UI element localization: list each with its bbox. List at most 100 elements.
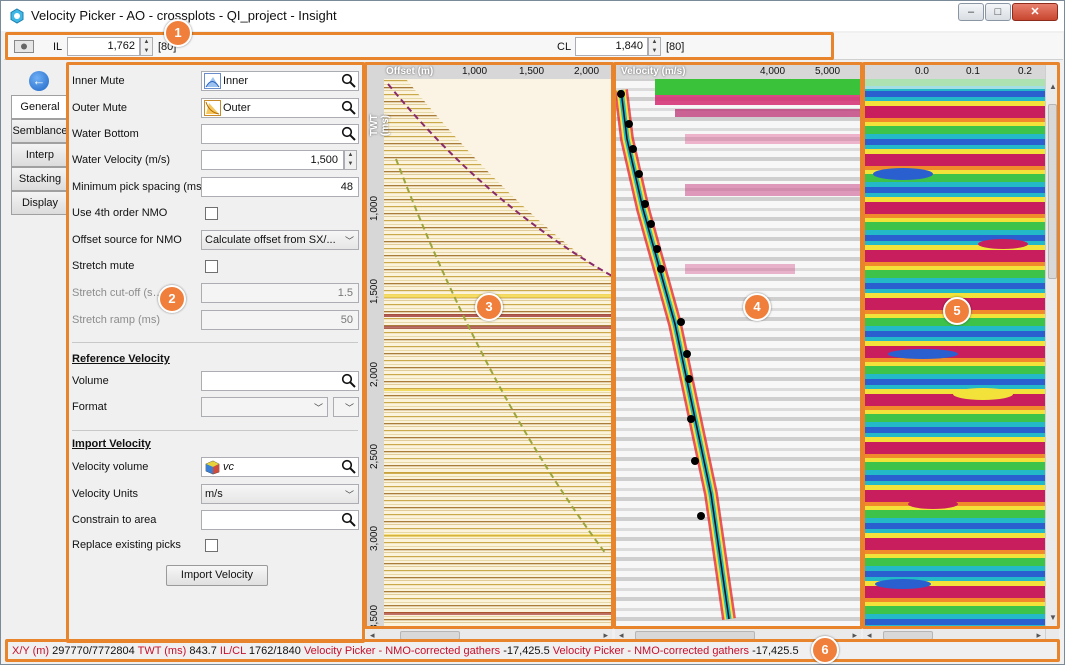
location-icon[interactable] xyxy=(14,40,34,53)
search-icon[interactable] xyxy=(341,459,356,474)
water-velocity-label: Water Velocity (m/s) xyxy=(72,154,170,166)
semblance-image[interactable] xyxy=(615,64,861,642)
ilcl-value: 1762/1840 xyxy=(248,645,301,657)
stack-vertical-scrollbar[interactable]: ▲ ▼ xyxy=(1045,64,1059,642)
velocity-picker-status-value: -17,425.5 xyxy=(503,645,550,657)
replace-picks-checkbox[interactable] xyxy=(205,539,218,552)
inner-mute-label: Inner Mute xyxy=(72,75,125,87)
water-velocity-stepper[interactable]: ▲ ▼ xyxy=(344,150,357,170)
cl-step: [80] xyxy=(666,41,685,53)
scroll-down-icon[interactable]: ▼ xyxy=(1049,613,1057,622)
nmo4-checkbox[interactable] xyxy=(205,207,218,220)
divider xyxy=(72,342,358,343)
scroll-up-icon[interactable]: ▲ xyxy=(1049,82,1057,91)
stack-image[interactable] xyxy=(863,64,1045,642)
velocity-picker-status-label: Velocity Picker - NMO-corrected gathers xyxy=(303,645,501,657)
scroll-right-icon[interactable]: ▸ xyxy=(852,629,857,642)
min-pick-spacing-label: Minimum pick spacing (ms) xyxy=(72,181,206,193)
volume-label: Volume xyxy=(72,375,109,387)
offset-source-value: Calculate offset from SX/... xyxy=(205,234,336,246)
min-pick-spacing-input[interactable]: 48 xyxy=(201,177,359,197)
tab-display[interactable]: Display xyxy=(11,191,69,215)
tab-semblance[interactable]: Semblance xyxy=(11,119,69,143)
tab-interp[interactable]: Interp xyxy=(11,143,69,167)
scroll-left-icon[interactable]: ◂ xyxy=(370,629,375,642)
back-arrow-icon[interactable]: ← xyxy=(29,71,49,91)
maximize-button[interactable]: □ xyxy=(985,3,1011,21)
offset-tick: 1,000 xyxy=(462,66,488,77)
il-input[interactable]: 1,762 xyxy=(67,37,140,56)
semblance-view[interactable]: Velocity (m/s) 4,000 5,000 ◂ ▸ xyxy=(615,64,861,642)
twt-label: TWT (ms) xyxy=(137,645,187,657)
il-label: IL xyxy=(53,41,63,53)
down-arrow-icon[interactable]: ▼ xyxy=(345,160,356,169)
reference-volume-field[interactable] xyxy=(201,371,359,391)
chevron-down-icon[interactable]: ﹀ xyxy=(345,488,354,501)
stack-tick: 0.2 xyxy=(1018,66,1032,77)
inner-mute-field[interactable]: Inner xyxy=(201,71,359,91)
search-icon[interactable] xyxy=(341,100,356,115)
down-arrow-icon[interactable]: ▼ xyxy=(141,47,152,56)
stack-view[interactable]: 0.0 0.1 0.2 ▲ ▼ ◂ ▸ xyxy=(863,64,1059,642)
constrain-area-field[interactable] xyxy=(201,510,359,530)
twt-tick: 2,000 xyxy=(369,361,380,387)
format-select[interactable]: ﹀ xyxy=(201,397,328,417)
velocity-picker-status-value: -17,425.5 xyxy=(752,645,799,657)
velocity-units-select[interactable]: m/s ﹀ xyxy=(201,484,359,504)
stretch-mute-checkbox[interactable] xyxy=(205,260,218,273)
up-arrow-icon[interactable]: ▲ xyxy=(345,151,356,160)
up-arrow-icon[interactable]: ▲ xyxy=(649,38,660,47)
import-velocity-button[interactable]: Import Velocity xyxy=(166,565,268,586)
search-icon[interactable] xyxy=(341,126,356,141)
down-arrow-icon[interactable]: ▼ xyxy=(649,47,660,56)
inner-mute-icon xyxy=(204,73,221,89)
offset-tick: 1,500 xyxy=(519,66,545,77)
water-velocity-input[interactable]: 1,500 xyxy=(201,150,344,170)
stretch-cutoff-input[interactable]: 1.5 xyxy=(201,283,359,303)
tab-stacking[interactable]: Stacking xyxy=(11,167,69,191)
scroll-thumb[interactable] xyxy=(883,631,933,640)
callout-badge-2: 2 xyxy=(158,285,186,313)
scroll-left-icon[interactable]: ◂ xyxy=(867,629,872,642)
velocity-axis-title: Velocity (m/s) xyxy=(621,66,686,77)
stack-tick: 0.1 xyxy=(966,66,980,77)
offset-source-select[interactable]: Calculate offset from SX/... ﹀ xyxy=(201,230,359,250)
offset-axis: Offset (m) 1,000 1,500 2,000 xyxy=(366,64,612,79)
scroll-right-icon[interactable]: ▸ xyxy=(1036,629,1041,642)
min-pick-spacing-value: 48 xyxy=(340,181,353,193)
format-option-select[interactable]: ﹀ xyxy=(333,397,359,417)
gather-horizontal-scrollbar[interactable]: ◂ ▸ xyxy=(366,628,612,642)
chevron-down-icon[interactable]: ﹀ xyxy=(345,401,354,414)
velocity-volume-field[interactable]: vc xyxy=(201,457,359,477)
scroll-thumb[interactable] xyxy=(635,631,755,640)
gather-view[interactable]: Offset (m) 1,000 1,500 2,000 TWT (ms) 1,… xyxy=(366,64,612,642)
close-button[interactable]: ✕ xyxy=(1012,3,1058,21)
tab-general[interactable]: General xyxy=(11,95,69,119)
cl-stepper[interactable]: ▲ ▼ xyxy=(648,37,661,56)
settings-tabs: General Semblance Interp Stacking Displa… xyxy=(11,95,69,215)
stretch-cutoff-value: 1.5 xyxy=(337,287,353,299)
scroll-thumb[interactable] xyxy=(1048,104,1057,279)
up-arrow-icon[interactable]: ▲ xyxy=(141,38,152,47)
scroll-left-icon[interactable]: ◂ xyxy=(619,629,624,642)
cl-input[interactable]: 1,840 xyxy=(575,37,648,56)
chevron-down-icon[interactable]: ﹀ xyxy=(345,234,354,247)
stack-horizontal-scrollbar[interactable]: ◂ ▸ xyxy=(863,628,1045,642)
scroll-right-icon[interactable]: ▸ xyxy=(603,629,608,642)
il-stepper[interactable]: ▲ ▼ xyxy=(140,37,153,56)
stretch-ramp-input[interactable]: 50 xyxy=(201,310,359,330)
search-icon[interactable] xyxy=(341,512,356,527)
twt-axis: TWT (ms) 1,000 1,500 2,000 2,500 3,000 3… xyxy=(366,64,391,642)
outer-mute-field[interactable]: Outer xyxy=(201,98,359,118)
velocity-units-value: m/s xyxy=(205,488,223,500)
water-bottom-field[interactable] xyxy=(201,124,359,144)
scroll-thumb[interactable] xyxy=(400,631,460,640)
offset-tick: 2,000 xyxy=(574,66,600,77)
xy-label: X/Y (m) xyxy=(12,645,50,657)
search-icon[interactable] xyxy=(341,73,356,88)
search-icon[interactable] xyxy=(341,373,356,388)
gather-seismic-image[interactable] xyxy=(366,64,612,642)
stretch-ramp-label: Stretch ramp (ms) xyxy=(72,314,161,326)
minimize-button[interactable]: – xyxy=(958,3,984,21)
chevron-down-icon[interactable]: ﹀ xyxy=(314,401,323,414)
